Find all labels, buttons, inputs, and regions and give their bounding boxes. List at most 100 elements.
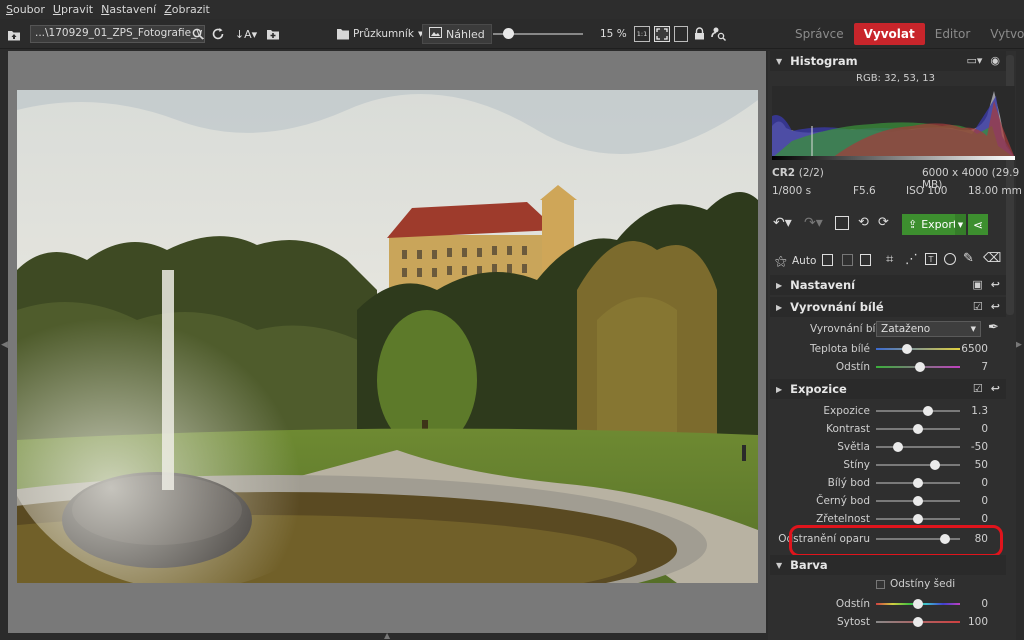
- refresh-icon[interactable]: [210, 26, 226, 42]
- expand-triangle-icon: ▶: [776, 280, 783, 290]
- highlights-slider-knob[interactable]: [893, 442, 903, 452]
- reset-icon[interactable]: ↩: [991, 382, 1000, 395]
- shadows-slider[interactable]: [876, 464, 960, 466]
- export-dropdown-icon[interactable]: ▼: [955, 214, 966, 235]
- tab-develop[interactable]: Vyvolat: [853, 23, 925, 45]
- text-tool-icon[interactable]: T: [925, 253, 937, 265]
- black-point-slider-knob[interactable]: [913, 496, 923, 506]
- menu-file[interactable]: Soubor: [6, 3, 45, 16]
- crop-icon[interactable]: ⌗: [886, 252, 893, 267]
- reset-icon[interactable]: ↩: [991, 278, 1000, 291]
- redo-icon[interactable]: ↷▾: [804, 215, 823, 231]
- slider-label: Stíny: [843, 459, 870, 471]
- histogram-graph: [772, 86, 1015, 158]
- paste-settings-icon[interactable]: [842, 254, 853, 266]
- auto-label[interactable]: Auto: [792, 255, 816, 267]
- wb-preset-label: Vyrovnání bílé: [810, 323, 885, 335]
- shutter-speed: 1/800 s: [772, 185, 812, 197]
- shadows-slider-knob[interactable]: [930, 460, 940, 470]
- clarity-slider-knob[interactable]: [913, 514, 923, 524]
- white-point-slider-knob[interactable]: [913, 478, 923, 488]
- checkbox-icon[interactable]: ☑: [973, 382, 983, 395]
- browser-icon[interactable]: [336, 27, 350, 41]
- folder-up-icon[interactable]: [7, 27, 21, 41]
- tab-create[interactable]: Vytvořit: [980, 23, 1024, 45]
- menu-settings[interactable]: Nastavení: [101, 3, 156, 16]
- lock-icon[interactable]: [694, 27, 706, 41]
- histogram-scale: [772, 156, 1015, 160]
- target-icon[interactable]: ◉: [990, 54, 1000, 67]
- wb-preset-select[interactable]: Zataženo ▼: [876, 321, 981, 337]
- slider-value: 6500: [961, 343, 988, 355]
- eraser-icon[interactable]: ⌫: [983, 251, 1001, 266]
- zoom-slider-knob[interactable]: [503, 28, 514, 39]
- temperature-slider[interactable]: [876, 348, 960, 350]
- settings-title: Nastavení: [790, 278, 856, 292]
- browser-label: Průzkumník: [353, 28, 414, 40]
- menu-bar: Soubor Upravit Nastavení Zobrazit: [0, 0, 1024, 19]
- exposure-slider-knob[interactable]: [923, 406, 933, 416]
- tab-manager[interactable]: Správce: [785, 23, 854, 45]
- collapse-triangle-icon: ▼: [776, 56, 783, 66]
- color-header[interactable]: ▼ Barva: [770, 555, 1006, 575]
- preview-button[interactable]: Náhled: [422, 24, 492, 44]
- slider-value: 0: [981, 477, 988, 489]
- share-icon[interactable]: ⋖: [968, 214, 988, 235]
- histogram-header[interactable]: ▼ Histogram ▭▾ ◉: [770, 51, 1006, 71]
- slider-value: 0: [981, 423, 988, 435]
- fit-screen-icon[interactable]: [654, 26, 670, 42]
- circle-filter-icon[interactable]: [944, 253, 956, 265]
- save-icon[interactable]: ▣: [972, 278, 982, 291]
- zoom-1to1-icon[interactable]: 1:1: [634, 26, 650, 42]
- eyedropper-icon[interactable]: ✒: [988, 320, 999, 335]
- menu-edit[interactable]: Upravit: [53, 3, 93, 16]
- grayscale-checkbox[interactable]: [876, 580, 885, 589]
- exposure-slider[interactable]: [876, 410, 960, 412]
- slider-value: -50: [970, 441, 988, 453]
- auto-wand-icon[interactable]: ⚝: [775, 254, 787, 269]
- zoom-value: 15 %: [600, 28, 627, 40]
- preview-label: Náhled: [446, 27, 485, 41]
- hue-slider-knob[interactable]: [913, 599, 923, 609]
- rotate-right-icon[interactable]: ⟳: [878, 215, 889, 230]
- photo-preview[interactable]: [17, 90, 758, 583]
- tab-editor[interactable]: Editor: [925, 23, 981, 45]
- path-field[interactable]: ...\170929_01_ZPS_Fotografie_v_proti: [30, 25, 205, 43]
- settings-header[interactable]: ▶ Nastavení ▣ ↩: [770, 275, 1006, 295]
- dehaze-highlight-annotation: [789, 525, 1003, 557]
- export-icon: ⇪: [908, 218, 918, 231]
- search-icon[interactable]: [191, 27, 205, 41]
- temperature-slider-knob[interactable]: [902, 344, 912, 354]
- saturation-row: Sytost 100: [770, 613, 1006, 631]
- focal-length: 18.00 mm: [968, 185, 1022, 197]
- compare-icon[interactable]: [835, 216, 849, 230]
- saturation-slider-knob[interactable]: [913, 617, 923, 627]
- browser-dropdown[interactable]: Průzkumník ▼: [353, 27, 423, 41]
- brush-icon[interactable]: ✎: [963, 251, 974, 266]
- checkbox-icon[interactable]: ☑: [973, 300, 983, 313]
- sort-icon[interactable]: ↓A▾: [234, 26, 258, 42]
- slider-label: Černý bod: [816, 495, 870, 507]
- menu-view[interactable]: Zobrazit: [164, 3, 210, 16]
- person-search-icon[interactable]: [711, 26, 727, 42]
- white-balance-header[interactable]: ▶ Vyrovnání bílé ☑ ↩: [770, 297, 1006, 317]
- slider-label: Sytost: [836, 616, 870, 628]
- exposure-header[interactable]: ▶ Expozice ☑ ↩: [770, 379, 1006, 399]
- camera-icon[interactable]: ▭▾: [966, 54, 982, 67]
- reset-icon[interactable]: ↩: [991, 300, 1000, 313]
- copy-settings-icon[interactable]: [822, 254, 833, 266]
- tint-slider-knob[interactable]: [915, 362, 925, 372]
- add-folder-icon[interactable]: [266, 27, 280, 41]
- left-panel-toggle-icon[interactable]: ◀: [1, 340, 8, 350]
- perspective-icon[interactable]: ⋰: [905, 252, 918, 267]
- slider-label: Odstín: [835, 598, 870, 610]
- highlights-slider[interactable]: [876, 446, 960, 448]
- undo-icon[interactable]: ↶▾: [773, 215, 792, 231]
- contrast-slider-knob[interactable]: [913, 424, 923, 434]
- filmstrip-icon[interactable]: [674, 26, 688, 42]
- right-panel-toggle-icon[interactable]: ▶: [1015, 340, 1022, 350]
- rotate-left-icon[interactable]: ⟲: [858, 215, 869, 230]
- copy-all-icon[interactable]: [860, 254, 871, 266]
- bottom-panel-toggle-icon[interactable]: ▲: [384, 631, 390, 640]
- histogram-rgb: RGB: 32, 53, 13: [856, 73, 935, 84]
